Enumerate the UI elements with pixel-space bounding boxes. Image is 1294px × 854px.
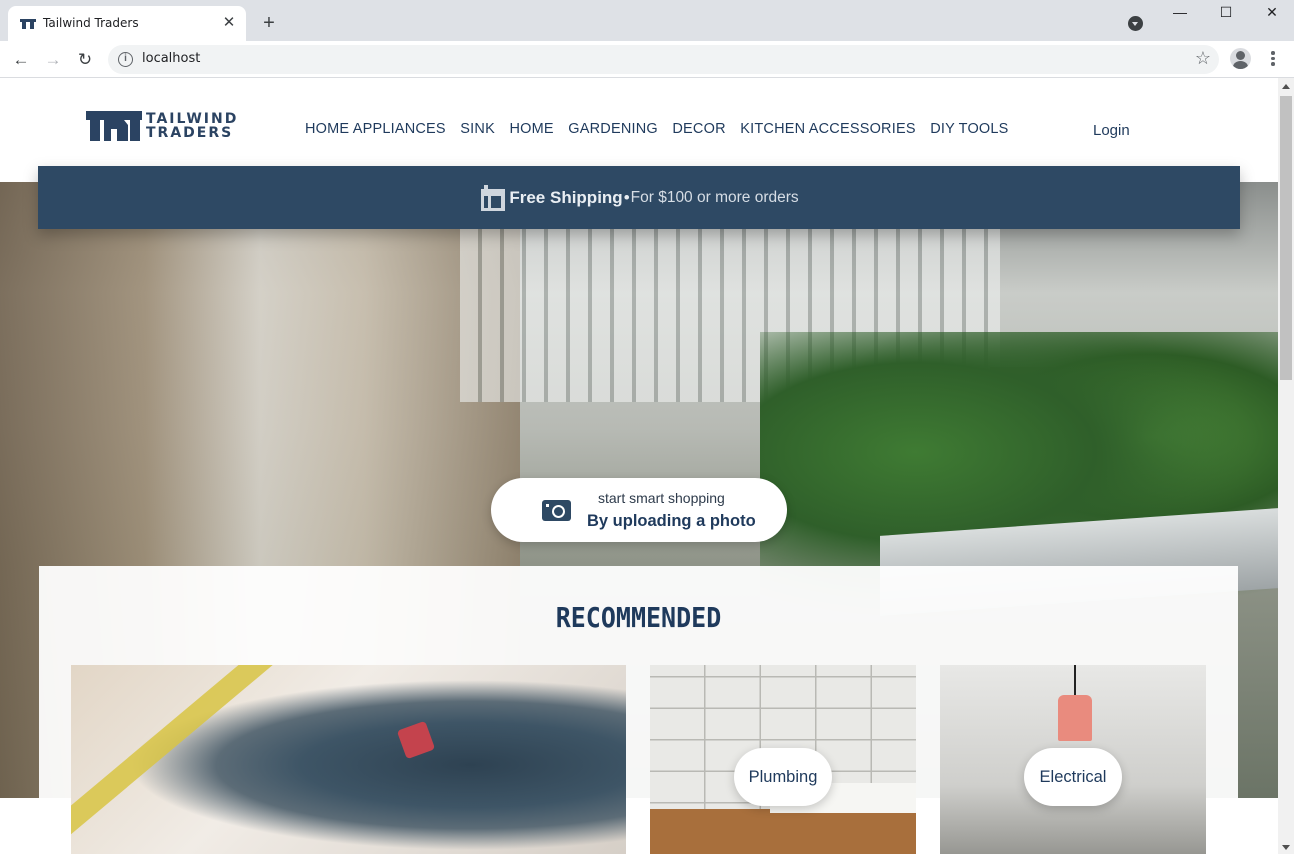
free-shipping-title: Free Shipping [509, 187, 623, 207]
page-viewport: TAILWIND TRADERS HOME APPLIANCES SINK HO… [0, 78, 1278, 854]
nav-decor[interactable]: DECOR [672, 121, 725, 137]
upload-photo-button[interactable]: start smart shopping By uploading a phot… [491, 478, 787, 542]
shipping-separator: • [623, 187, 630, 207]
scroll-down-arrow-icon[interactable] [1282, 845, 1290, 850]
recommended-section: RECOMMENDED Plumbing Electrical [39, 566, 1238, 854]
new-tab-button[interactable]: + [258, 12, 280, 34]
url-text[interactable]: localhost [142, 51, 200, 66]
tab-close-icon[interactable]: ✕ [220, 14, 238, 32]
nav-home[interactable]: HOME [509, 121, 553, 137]
shipping-box-icon [481, 184, 506, 211]
forward-button[interactable]: → [42, 49, 64, 71]
scroll-thumb[interactable] [1280, 96, 1292, 380]
tab-title: Tailwind Traders [43, 16, 139, 30]
browser-menu-icon[interactable] [1264, 49, 1282, 69]
lamp-cord-image [1074, 665, 1076, 695]
reload-button[interactable]: ↻ [74, 49, 96, 71]
recommended-card-diy-tools[interactable] [71, 665, 626, 854]
minimize-button[interactable]: — [1169, 4, 1191, 24]
nav-kitchen-accessories[interactable]: KITCHEN ACCESSORIES [740, 121, 915, 137]
bookmark-star-icon[interactable]: ☆ [1195, 48, 1211, 69]
nav-home-appliances[interactable]: HOME APPLIANCES [305, 121, 446, 137]
scroll-up-arrow-icon[interactable] [1282, 84, 1290, 89]
recommended-card-electrical[interactable]: Electrical [940, 665, 1206, 854]
free-shipping-subtitle: For $100 or more orders [630, 188, 799, 206]
recommended-card-plumbing[interactable]: Plumbing [650, 665, 916, 854]
main-navigation: HOME APPLIANCES SINK HOME GARDENING DECO… [305, 121, 1023, 137]
page-scrollbar[interactable] [1278, 78, 1294, 854]
address-bar[interactable]: i localhost ☆ [108, 45, 1219, 74]
drill-image [396, 720, 436, 760]
recommended-title: RECOMMENDED [555, 601, 722, 634]
browser-toolbar: ← → ↻ i localhost ☆ [0, 41, 1294, 78]
upload-caption: start smart shopping [598, 490, 725, 506]
maximize-button[interactable]: ☐ [1215, 4, 1237, 24]
logo-mark-icon [86, 111, 142, 141]
tailwind-favicon-icon [20, 19, 36, 29]
logo-text: TAILWIND TRADERS [146, 111, 239, 141]
measuring-tape-image [71, 665, 286, 835]
login-link[interactable]: Login [1093, 122, 1130, 139]
browser-tab-bar: Tailwind Traders ✕ + — ☐ ✕ [0, 0, 1294, 41]
tab-search-icon[interactable] [1128, 16, 1143, 31]
electrical-label: Electrical [1024, 748, 1122, 806]
lamp-image [1058, 695, 1092, 741]
nav-diy-tools[interactable]: DIY TOOLS [930, 121, 1008, 137]
camera-icon [542, 500, 571, 521]
site-info-icon[interactable]: i [118, 52, 133, 67]
close-window-button[interactable]: ✕ [1261, 4, 1283, 24]
plumbing-label: Plumbing [734, 748, 832, 806]
back-button[interactable]: ← [10, 49, 32, 71]
upload-title: By uploading a photo [587, 512, 756, 530]
nav-gardening[interactable]: GARDENING [568, 121, 658, 137]
tailwind-logo[interactable]: TAILWIND TRADERS [86, 111, 236, 143]
counter-image [650, 809, 916, 854]
free-shipping-banner: Free Shipping • For $100 or more orders [38, 166, 1240, 229]
browser-tab[interactable]: Tailwind Traders ✕ [8, 6, 246, 41]
nav-sink[interactable]: SINK [460, 121, 495, 137]
profile-avatar-icon[interactable] [1230, 48, 1251, 69]
